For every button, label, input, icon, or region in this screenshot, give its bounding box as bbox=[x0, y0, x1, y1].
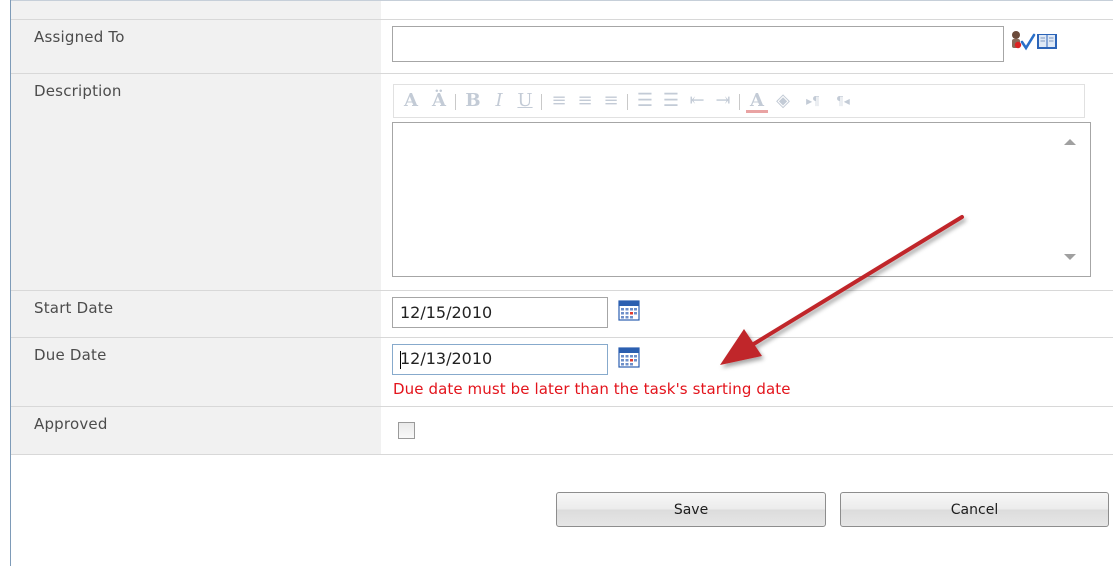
rtl-icon[interactable]: ¶◂ bbox=[830, 89, 856, 113]
font-size-icon[interactable]: A bbox=[400, 89, 422, 113]
toolbar-separator bbox=[541, 94, 542, 110]
due-date-value: 12/13/2010 bbox=[400, 349, 493, 368]
rich-text-toolbar: A Ä B I U ≡ ≡ ≡ ☰ ☰ ⇤ ⇥ A ◈ ▸¶ ¶◂ bbox=[393, 84, 1085, 118]
start-date-label: Start Date bbox=[34, 299, 114, 317]
scroll-down-arrow[interactable] bbox=[1064, 254, 1076, 260]
approved-checkbox[interactable] bbox=[398, 422, 415, 439]
row-separator bbox=[11, 454, 1113, 455]
font-color-icon[interactable]: A bbox=[746, 89, 768, 113]
align-right-icon[interactable]: ≡ bbox=[600, 89, 622, 113]
start-date-input[interactable] bbox=[392, 297, 608, 328]
toolbar-separator bbox=[627, 94, 628, 110]
due-date-input[interactable]: 12/13/2010 bbox=[392, 344, 608, 375]
ltr-icon[interactable]: ▸¶ bbox=[800, 89, 826, 113]
align-center-icon[interactable]: ≡ bbox=[574, 89, 596, 113]
label-column bbox=[11, 1, 381, 454]
row-separator bbox=[11, 19, 1113, 20]
annotation-arrow bbox=[720, 215, 964, 365]
check-names-icon[interactable] bbox=[1010, 30, 1036, 52]
underline-icon[interactable]: U bbox=[514, 89, 536, 113]
increase-indent-icon[interactable]: ⇥ bbox=[712, 89, 734, 113]
toolbar-separator bbox=[455, 94, 456, 110]
approved-label: Approved bbox=[34, 415, 108, 433]
assigned-to-label: Assigned To bbox=[34, 28, 125, 46]
row-separator bbox=[11, 73, 1113, 74]
align-left-icon[interactable]: ≡ bbox=[548, 89, 570, 113]
due-date-error-message: Due date must be later than the task's s… bbox=[393, 380, 791, 398]
save-button[interactable]: Save bbox=[556, 492, 826, 527]
due-date-label: Due Date bbox=[34, 346, 107, 364]
scroll-up-arrow[interactable] bbox=[1064, 139, 1076, 145]
cancel-button[interactable]: Cancel bbox=[840, 492, 1109, 527]
toolbar-separator bbox=[739, 94, 740, 110]
address-book-icon[interactable] bbox=[1036, 31, 1058, 51]
numbered-list-icon[interactable]: ☰ bbox=[634, 89, 656, 113]
assigned-to-input[interactable] bbox=[392, 26, 1004, 62]
font-size-increase-icon[interactable]: Ä bbox=[428, 89, 450, 113]
row-separator bbox=[11, 406, 1113, 407]
calendar-icon[interactable] bbox=[618, 299, 640, 321]
decrease-indent-icon[interactable]: ⇤ bbox=[686, 89, 708, 113]
highlight-color-icon[interactable]: ◈ bbox=[772, 89, 794, 113]
calendar-icon[interactable] bbox=[618, 346, 640, 368]
bold-icon[interactable]: B bbox=[462, 89, 484, 113]
bulleted-list-icon[interactable]: ☰ bbox=[660, 89, 682, 113]
description-label: Description bbox=[34, 82, 122, 100]
italic-icon[interactable]: I bbox=[488, 89, 510, 113]
